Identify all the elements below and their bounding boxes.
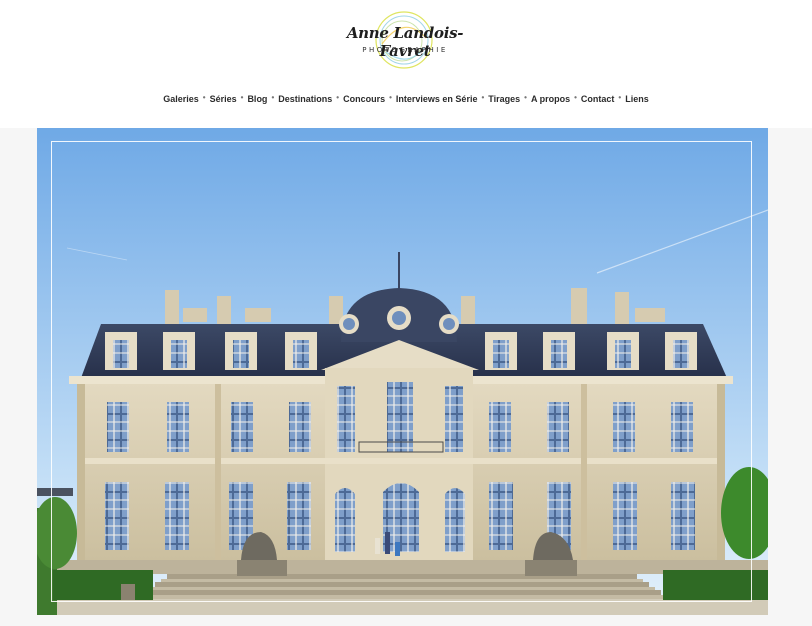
logo-name: Anne Landois-Favret	[346, 24, 464, 60]
nav-item-blog[interactable]: Blog	[247, 94, 267, 104]
nav-separator: •	[240, 93, 244, 102]
nav-item-series[interactable]: Séries	[210, 94, 237, 104]
nav-item-galeries[interactable]: Galeries	[163, 94, 199, 104]
nav-separator: •	[618, 93, 622, 102]
nav-separator: •	[481, 93, 485, 102]
nav-item-tirages[interactable]: Tirages	[488, 94, 520, 104]
nav-separator: •	[336, 93, 340, 102]
nav-item-interviews[interactable]: Interviews en Série	[396, 94, 478, 104]
hero-image	[37, 128, 768, 615]
site-header: Anne Landois-Favret PHOTOGRAPHIE Galerie…	[0, 0, 812, 128]
site-logo[interactable]: Anne Landois-Favret PHOTOGRAPHIE	[330, 6, 480, 76]
nav-separator: •	[271, 93, 275, 102]
nav-separator: •	[574, 93, 577, 102]
nav-separator: •	[389, 93, 392, 102]
main-nav: Galeries • Séries • Blog • Destinations • Concou…	[0, 93, 812, 104]
nav-item-concours[interactable]: Concours	[343, 94, 385, 104]
logo-subtitle: PHOTOGRAPHIE	[362, 46, 448, 54]
nav-item-a-propos[interactable]: A propos	[531, 94, 570, 104]
nav-item-destinations[interactable]: Destinations	[278, 94, 332, 104]
nav-separator: •	[524, 93, 527, 102]
chateau-photo	[37, 128, 768, 615]
nav-separator: •	[202, 93, 206, 102]
nav-item-liens[interactable]: Liens	[625, 94, 649, 104]
nav-item-contact[interactable]: Contact	[581, 94, 615, 104]
